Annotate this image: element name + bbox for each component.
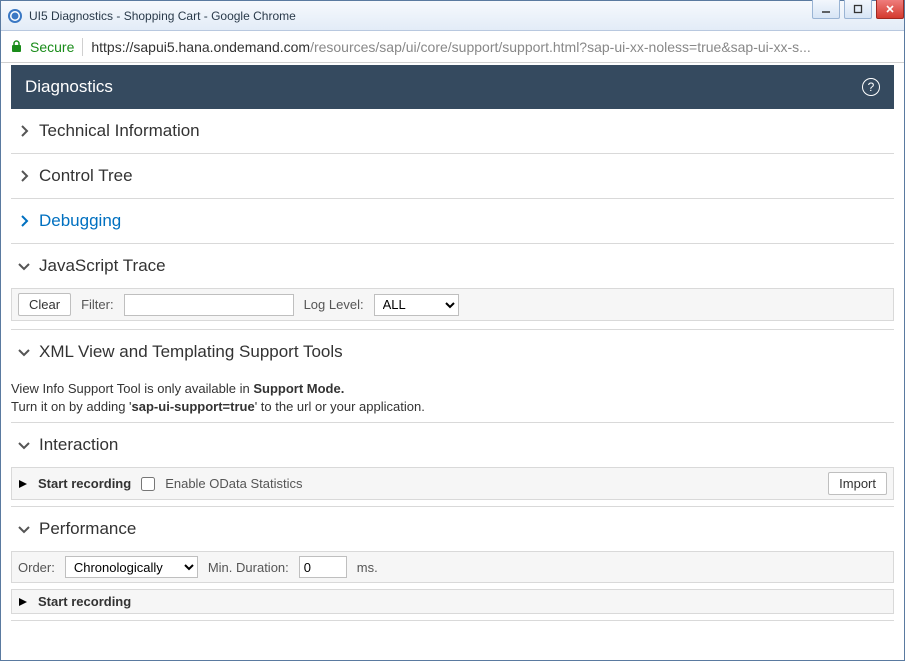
address-bar: Secure https://sapui5.hana.ondemand.com/…	[1, 31, 904, 63]
performance-record-bar: Start recording	[11, 589, 894, 614]
order-select[interactable]: Chronologically	[65, 556, 198, 578]
panel-performance: Performance Order: Chronologically Min. …	[11, 507, 894, 621]
panel-debugging: Debugging	[11, 199, 894, 244]
panel-technical: Technical Information	[11, 109, 894, 154]
panel-head-debugging[interactable]: Debugging	[11, 199, 894, 243]
panel-head-performance[interactable]: Performance	[11, 507, 894, 551]
lock-icon	[11, 40, 22, 53]
clear-button[interactable]: Clear	[18, 293, 71, 316]
min-duration-input[interactable]	[299, 556, 347, 578]
note-text: View Info Support Tool is only available…	[11, 381, 253, 396]
filter-label: Filter:	[81, 297, 114, 312]
panel-title: XML View and Templating Support Tools	[39, 342, 343, 362]
chevron-right-icon	[17, 169, 31, 183]
page-title: Diagnostics	[25, 77, 113, 97]
play-icon[interactable]	[18, 479, 28, 489]
panel-body-js-trace: Clear Filter: Log Level: ALL	[11, 288, 894, 329]
note-text: ' to the url or your application.	[255, 399, 425, 414]
panel-js-trace: JavaScript Trace Clear Filter: Log Level…	[11, 244, 894, 330]
panel-control-tree: Control Tree	[11, 154, 894, 199]
app-favicon	[7, 8, 23, 24]
panel-title: JavaScript Trace	[39, 256, 166, 276]
enable-odata-checkbox[interactable]	[141, 477, 155, 491]
help-icon[interactable]: ?	[862, 78, 880, 96]
panel-body-interaction: Start recording Enable OData Statistics …	[11, 467, 894, 506]
window-buttons	[812, 0, 904, 19]
chevron-down-icon	[17, 345, 31, 359]
window-title: UI5 Diagnostics - Shopping Cart - Google…	[29, 9, 898, 23]
chevron-down-icon	[17, 259, 31, 273]
ms-label: ms.	[357, 560, 378, 575]
note-bold: sap-ui-support=true	[132, 399, 255, 414]
start-recording-label[interactable]: Start recording	[38, 594, 131, 609]
performance-order-bar: Order: Chronologically Min. Duration: ms…	[11, 551, 894, 583]
address-separator	[82, 38, 83, 56]
chevron-down-icon	[17, 438, 31, 452]
chevron-right-icon	[17, 124, 31, 138]
panel-body-performance: Order: Chronologically Min. Duration: ms…	[11, 551, 894, 620]
note-text: Turn it on by adding '	[11, 399, 132, 414]
maximize-button[interactable]	[844, 0, 872, 19]
order-label: Order:	[18, 560, 55, 575]
panel-head-xml-view[interactable]: XML View and Templating Support Tools	[11, 330, 894, 374]
panel-body-xml-view: View Info Support Tool is only available…	[11, 374, 894, 422]
chevron-down-icon	[17, 522, 31, 536]
panel-title: Control Tree	[39, 166, 133, 186]
js-trace-toolbar: Clear Filter: Log Level: ALL	[11, 288, 894, 321]
min-duration-label: Min. Duration:	[208, 560, 289, 575]
panel-title: Debugging	[39, 211, 121, 231]
loglevel-label: Log Level:	[304, 297, 364, 312]
browser-window: UI5 Diagnostics - Shopping Cart - Google…	[0, 0, 905, 661]
minimize-button[interactable]	[812, 0, 840, 19]
interaction-toolbar: Start recording Enable OData Statistics …	[11, 467, 894, 500]
panel-xml-view: XML View and Templating Support Tools Vi…	[11, 330, 894, 423]
panel-title: Technical Information	[39, 121, 200, 141]
play-icon[interactable]	[18, 597, 28, 607]
panel-title: Performance	[39, 519, 136, 539]
note-bold: Support Mode.	[253, 381, 344, 396]
url-field[interactable]: https://sapui5.hana.ondemand.com/resourc…	[91, 39, 810, 55]
panel-head-technical[interactable]: Technical Information	[11, 109, 894, 153]
secure-label: Secure	[30, 39, 74, 55]
panel-title: Interaction	[39, 435, 118, 455]
panel-interaction: Interaction Start recording Enable OData…	[11, 423, 894, 507]
url-origin: https://sapui5.hana.ondemand.com	[91, 39, 310, 55]
start-recording-label[interactable]: Start recording	[38, 476, 131, 491]
panel-head-interaction[interactable]: Interaction	[11, 423, 894, 467]
page-content: Diagnostics ? Technical Information Cont…	[1, 63, 904, 660]
window-titlebar: UI5 Diagnostics - Shopping Cart - Google…	[1, 1, 904, 31]
import-button[interactable]: Import	[828, 472, 887, 495]
page-header: Diagnostics ?	[11, 65, 894, 109]
close-button[interactable]	[876, 0, 904, 19]
chevron-right-icon	[17, 214, 31, 228]
url-path: /resources/sap/ui/core/support/support.h…	[310, 39, 811, 55]
panel-head-control-tree[interactable]: Control Tree	[11, 154, 894, 198]
panel-head-js-trace[interactable]: JavaScript Trace	[11, 244, 894, 288]
enable-odata-label: Enable OData Statistics	[165, 476, 302, 491]
loglevel-select[interactable]: ALL	[374, 294, 459, 316]
filter-input[interactable]	[124, 294, 294, 316]
